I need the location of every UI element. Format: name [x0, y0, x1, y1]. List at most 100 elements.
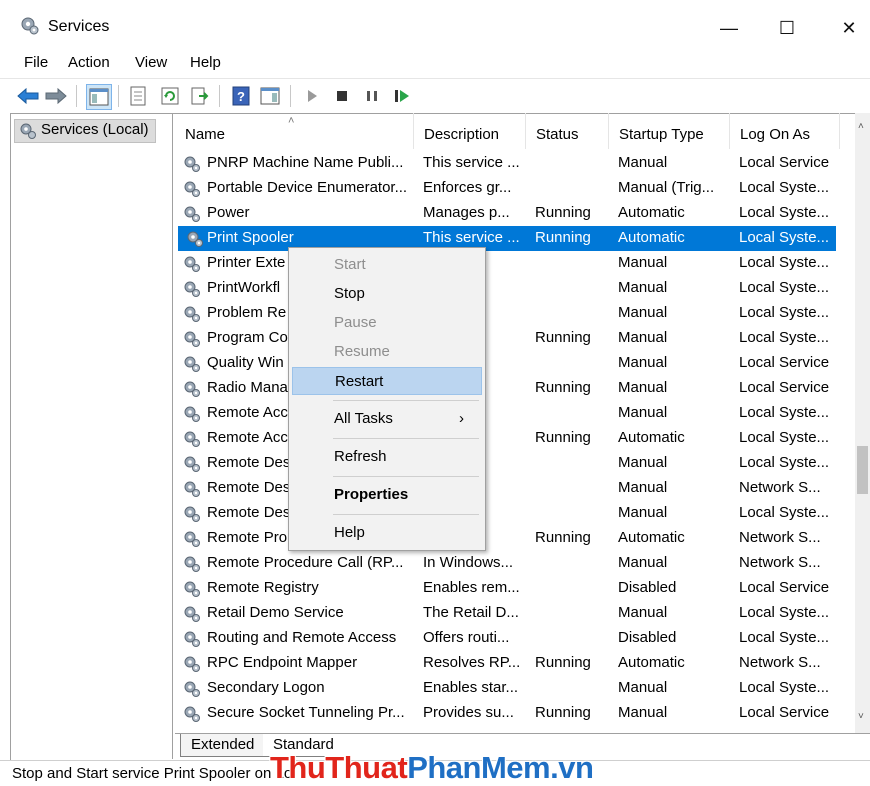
action-pane-button[interactable] [258, 84, 282, 108]
svg-text:?: ? [237, 89, 245, 104]
menu-item-stop[interactable]: Stop [292, 280, 482, 308]
table-row[interactable]: Remote DesDes...ManualLocal Syste... [175, 451, 855, 476]
table-row[interactable]: Radio Manaana...RunningManualLocal Servi… [175, 376, 855, 401]
cell-description: In Windows... [423, 554, 514, 571]
show-hide-console-tree-button[interactable] [86, 84, 112, 110]
cell-status: Running [535, 654, 591, 671]
table-row[interactable]: Secondary Logon Enables star... Manual Loca… [175, 676, 855, 701]
service-gear-icon [184, 156, 200, 172]
pause-service-button[interactable] [360, 84, 384, 108]
table-row[interactable]: Secure Socket Tunneling Pr... Provides su… [175, 701, 855, 726]
table-row[interactable]: Portable Device Enumerator... Enforces gr… [175, 176, 855, 201]
properties-toolbar-button[interactable] [126, 84, 150, 108]
cell-description: This service ... [423, 154, 520, 171]
cell-logon: Local Syste... [739, 254, 830, 271]
table-row[interactable]: Remote Acca co...ManualLocal Syste... [175, 401, 855, 426]
column-header-startup-type[interactable]: Startup Type [609, 113, 730, 149]
cell-name: PNRP Machine Name Publi... [207, 154, 404, 171]
column-header-name[interactable]: Name [175, 113, 414, 149]
close-icon: ✕ [841, 17, 857, 38]
export-list-button[interactable] [188, 84, 212, 108]
cell-logon: Network S... [739, 554, 821, 571]
table-row[interactable]: Quality WinVin...ManualLocal Service [175, 351, 855, 376]
table-row[interactable]: PrintWorkflkfl...ManualLocal Syste... [175, 276, 855, 301]
menu-item-restart[interactable]: Restart [292, 367, 482, 395]
table-row[interactable]: Program Coice ...RunningManualLocal Syst… [175, 326, 855, 351]
cell-logon: Local Service [739, 704, 830, 721]
refresh-toolbar-button[interactable] [158, 84, 182, 108]
pause-icon [367, 91, 377, 101]
table-row[interactable]: Problem Reice ...ManualLocal Syste... [175, 301, 855, 326]
table-row[interactable]: Retail Demo Service The Retail D... Manual… [175, 601, 855, 626]
column-header-description[interactable]: Description [414, 113, 526, 149]
table-row[interactable]: RPC Endpoint Mapper Resolves RP... Running… [175, 651, 855, 676]
menu-help[interactable]: Help [190, 54, 221, 71]
cell-logon: Network S... [739, 479, 821, 496]
service-gear-icon [184, 406, 200, 422]
service-gear-icon [184, 656, 200, 672]
menu-item-help[interactable]: Help [292, 519, 482, 547]
console-tree: Services (Local) [10, 113, 173, 759]
table-row[interactable]: Remote Desne r...ManualLocal Syste... [175, 501, 855, 526]
table-row[interactable]: PNRP Machine Name Publi... This service .… [175, 151, 855, 176]
scroll-down-icon[interactable]: ˅ [858, 711, 864, 722]
cell-description: Enables rem... [423, 579, 520, 596]
menu-item-pause[interactable]: Pause [292, 309, 482, 337]
cell-description: Resolves RP... [423, 654, 521, 671]
minimize-icon: — [720, 17, 738, 38]
table-row[interactable]: Power Manages p... Running Automatic Local S… [175, 201, 855, 226]
tree-item-services-local[interactable]: Services (Local) [14, 119, 156, 143]
stop-service-button[interactable] [330, 84, 354, 108]
forward-button[interactable] [44, 84, 68, 108]
vertical-scrollbar[interactable]: ˄ ˅ [855, 113, 870, 733]
table-row[interactable]: Remote ProSS ...RunningAutomaticNetwork … [175, 526, 855, 551]
menu-file[interactable]: File [24, 54, 48, 71]
maximize-button[interactable]: ☐ [764, 10, 810, 46]
service-gear-icon [184, 581, 200, 597]
chevron-right-icon: › [459, 410, 464, 427]
table-row[interactable]: Remote Accs di...RunningAutomaticLocal S… [175, 426, 855, 451]
table-row[interactable]: Remote Registry Enables rem... Disabled Loc… [175, 576, 855, 601]
scroll-thumb[interactable] [857, 446, 868, 494]
toolbar: ? [0, 78, 870, 113]
cell-startup: Manual [618, 679, 668, 696]
menu-action[interactable]: Action [68, 54, 110, 71]
start-service-button[interactable] [300, 84, 324, 108]
menu-item-start[interactable]: Start [292, 251, 482, 279]
table-row[interactable]: Remote Procedure Call (RP... In Windows..… [175, 551, 855, 576]
menu-item-resume[interactable]: Resume [292, 338, 482, 366]
restart-icon [395, 90, 409, 102]
cell-logon: Network S... [739, 529, 821, 546]
help-toolbar-button[interactable]: ? [229, 84, 253, 108]
table-row[interactable]: Remote Desser...ManualNetwork S... [175, 476, 855, 501]
cell-name: Routing and Remote Access [207, 629, 397, 646]
service-gear-icon [184, 256, 200, 272]
close-button[interactable]: ✕ [826, 10, 870, 46]
table-row[interactable]: Routing and Remote Access Offers routi...… [175, 626, 855, 651]
help-icon: ? [232, 86, 250, 106]
restart-service-button[interactable] [390, 84, 414, 108]
table-row[interactable]: Print Spooler This service ... Running Auto… [178, 226, 836, 251]
cell-startup: Manual [618, 329, 668, 346]
back-button[interactable] [16, 84, 40, 108]
service-gear-icon [184, 506, 200, 522]
menu-item-properties[interactable]: Properties [292, 481, 482, 509]
column-header-status[interactable]: Status [526, 113, 609, 149]
menu-item-refresh[interactable]: Refresh [292, 443, 482, 471]
menu-item-label: Restart [335, 373, 384, 390]
minimize-button[interactable]: — [706, 10, 752, 46]
table-row[interactable]: Printer Exteice ...ManualLocal Syste... [175, 251, 855, 276]
cell-startup: Manual [618, 704, 668, 721]
service-gear-icon [184, 306, 200, 322]
column-header-log-on-as[interactable]: Log On As [730, 113, 840, 149]
sort-ascending-icon: ˄ [288, 115, 295, 127]
menu-view[interactable]: View [135, 54, 167, 71]
cell-logon: Local Syste... [739, 504, 830, 521]
menu-item-label: Stop [334, 285, 365, 302]
cell-logon: Local Service [739, 154, 830, 171]
scroll-up-icon[interactable]: ˄ [858, 121, 864, 132]
tab-extended[interactable]: Extended [180, 734, 266, 757]
menu-item-all-tasks[interactable]: All Tasks › [292, 405, 482, 433]
cell-description: This service ... [423, 229, 520, 246]
cell-logon: Local Syste... [739, 304, 830, 321]
